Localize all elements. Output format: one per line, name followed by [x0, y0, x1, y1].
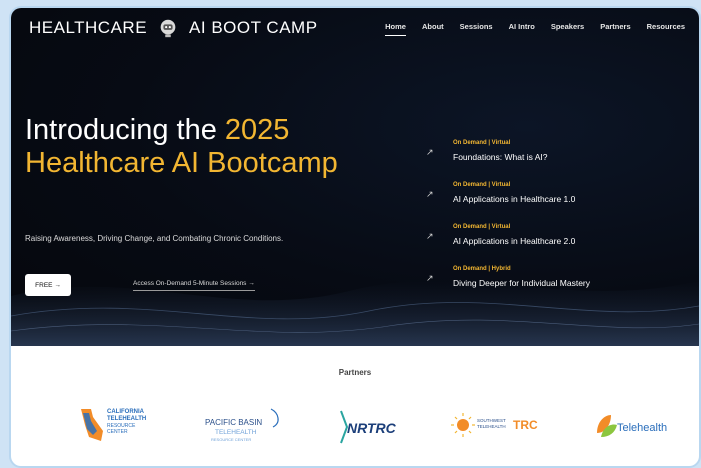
- session-title: Diving Deeper for Individual Mastery: [453, 278, 591, 288]
- partner-line: CALIFORNIA: [107, 409, 145, 415]
- california-map-icon: CALIFORNIA TELEHEALTH RESOURCE CENTER: [81, 409, 146, 441]
- partner-line: RESOURCE CENTER: [211, 437, 251, 442]
- arrow-up-right-icon: ↗: [426, 273, 434, 283]
- partner-line: Telehealth: [617, 422, 667, 434]
- partner-line: CENTER: [107, 429, 128, 435]
- browser-frame: HEALTHCARE AI BOOT CAMP Home About Sessi…: [9, 6, 701, 468]
- session-title: AI Applications in Healthcare 2.0: [453, 236, 576, 246]
- partner-line: TELEHEALTH: [107, 416, 146, 422]
- arrow-up-right-icon: ↗: [426, 189, 434, 199]
- brand-text-right: AI BOOT CAMP: [189, 18, 318, 37]
- partner-line: PACIFIC BASIN: [205, 418, 262, 427]
- free-button[interactable]: FREE →: [25, 274, 71, 296]
- sun-logo-icon: SOUTHWEST TELEHEALTH TRC: [451, 413, 538, 437]
- partner-logo-california-trc[interactable]: CALIFORNIA TELEHEALTH RESOURCE CENTER: [73, 403, 153, 449]
- brand-text-left: HEALTHCARE: [29, 18, 148, 37]
- nav-ai-intro[interactable]: AI Intro: [509, 22, 535, 31]
- nav-about[interactable]: About: [422, 22, 444, 31]
- hero-section: HEALTHCARE AI BOOT CAMP Home About Sessi…: [11, 8, 699, 346]
- partner-line: TELEHEALTH: [215, 429, 257, 436]
- partner-logo-pacific-basin-trc[interactable]: PACIFIC BASIN TELEHEALTH RESOURCE CENTER: [201, 403, 291, 449]
- site-logo[interactable]: HEALTHCARE AI BOOT CAMP: [29, 17, 318, 39]
- on-demand-sessions-link[interactable]: Access On-Demand 5-Minute Sessions →: [133, 280, 255, 291]
- main-nav: Home About Sessions AI Intro Speakers Pa…: [385, 22, 685, 36]
- partner-logo-southwest-trc[interactable]: SOUTHWEST TELEHEALTH TRC: [451, 403, 551, 449]
- partner-line: TRC: [513, 418, 538, 432]
- pacific-basin-logo-icon: PACIFIC BASIN TELEHEALTH RESOURCE CENTER: [205, 408, 279, 442]
- session-item[interactable]: ↗ On Demand | Hybrid Diving Deeper for I…: [426, 266, 686, 308]
- partner-logo-telehealth[interactable]: Telehealth: [591, 403, 677, 449]
- partners-logo-row: CALIFORNIA TELEHEALTH RESOURCE CENTER PA…: [61, 403, 671, 449]
- session-kind: On Demand | Virtual: [453, 224, 511, 230]
- nav-partners[interactable]: Partners: [600, 22, 630, 31]
- session-kind: On Demand | Hybrid: [453, 266, 511, 272]
- partner-line: TELEHEALTH: [477, 424, 506, 429]
- headline-year: 2025: [224, 114, 290, 146]
- session-title: Foundations: What is AI?: [453, 152, 548, 162]
- session-list: ↗ On Demand | Virtual Foundations: What …: [426, 140, 686, 308]
- session-kind: On Demand | Virtual: [453, 182, 511, 188]
- session-item[interactable]: ↗ On Demand | Virtual AI Applications in…: [426, 182, 686, 224]
- partner-line: NRTRC: [347, 420, 397, 436]
- session-item[interactable]: ↗ On Demand | Virtual Foundations: What …: [426, 140, 686, 182]
- partner-logo-nrtrc[interactable]: NRTRC: [333, 403, 411, 449]
- top-navigation-bar: HEALTHCARE AI BOOT CAMP Home About Sessi…: [11, 8, 699, 48]
- leaf-logo-icon: Telehealth: [597, 415, 667, 437]
- headline-white: Introducing the: [25, 114, 225, 146]
- partner-line: SOUTHWEST: [477, 418, 506, 423]
- session-title: AI Applications in Healthcare 1.0: [453, 194, 576, 204]
- session-kind: On Demand | Virtual: [453, 140, 511, 146]
- partners-heading: Partners: [338, 368, 372, 377]
- arrow-up-right-icon: ↗: [426, 231, 434, 241]
- nav-speakers[interactable]: Speakers: [551, 22, 584, 31]
- headline-accent: Healthcare AI Bootcamp: [25, 147, 338, 179]
- arrow-up-right-icon: ↗: [426, 147, 434, 157]
- robot-head-icon: [160, 19, 176, 38]
- nrtrc-logo-icon: NRTRC: [340, 410, 397, 444]
- nav-resources[interactable]: Resources: [647, 22, 685, 31]
- session-item[interactable]: ↗ On Demand | Virtual AI Applications in…: [426, 224, 686, 266]
- hero-tagline: Raising Awareness, Driving Change, and C…: [25, 234, 284, 243]
- nav-home[interactable]: Home: [385, 22, 406, 36]
- hero-headline: Introducing the 2025 Healthcare AI Bootc…: [25, 114, 355, 180]
- nav-sessions[interactable]: Sessions: [460, 22, 493, 31]
